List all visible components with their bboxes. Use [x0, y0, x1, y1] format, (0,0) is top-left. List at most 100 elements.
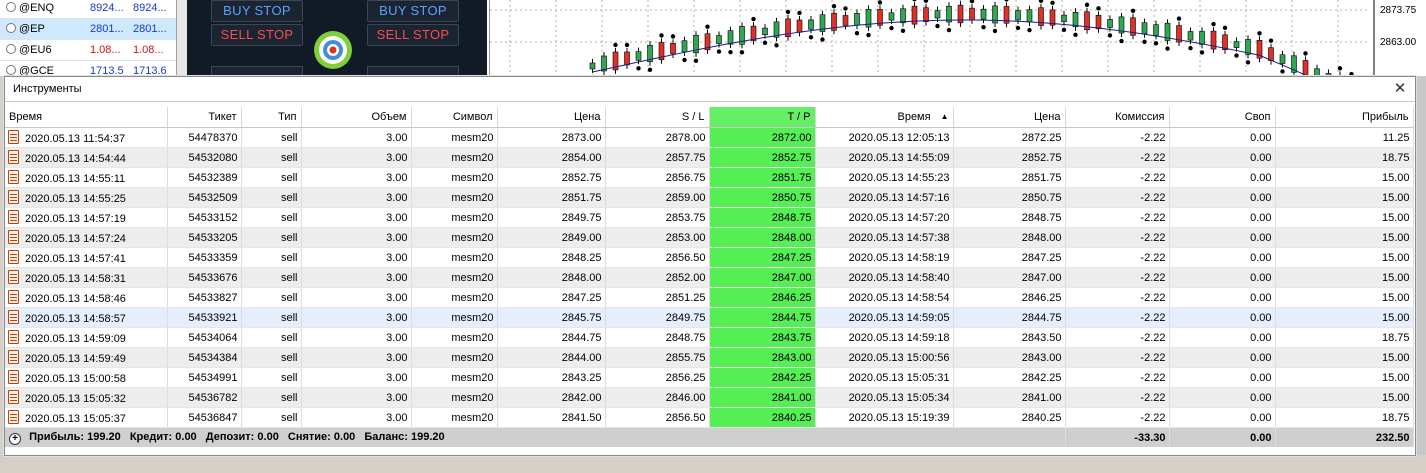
candle-body	[1095, 15, 1102, 30]
sar-dot	[682, 57, 687, 63]
table-row[interactable]: 2020.05.13 14:57:24 54533205 sell 3.00 mesm2…	[5, 227, 1414, 248]
sar-dot	[1004, 0, 1009, 2]
table-row[interactable]: 2020.05.13 14:57:41 54533359 sell 3.00 mesm2…	[5, 247, 1414, 268]
cell-close-price: 2846.25	[953, 287, 1066, 308]
price-axis-label: 2873.75	[1380, 5, 1417, 16]
column-header-close-time[interactable]: Время ▲	[815, 107, 954, 128]
sar-dot	[1130, 8, 1136, 13]
column-header-symbol[interactable]: Символ	[411, 107, 498, 128]
sar-dot	[1061, 27, 1067, 32]
table-row[interactable]: 2020.05.13 14:55:11 54532389 sell 3.00 mesm2…	[5, 167, 1414, 188]
table-row[interactable]: 2020.05.13 14:58:31 54533676 sell 3.00 mesm2…	[5, 267, 1414, 288]
target-icon[interactable]	[313, 30, 353, 70]
table-row[interactable]: 2020.05.13 14:55:25 54532509 sell 3.00 mesm2…	[5, 187, 1414, 208]
candle-body	[589, 62, 596, 70]
cell-commission: -2.22	[1065, 367, 1170, 388]
table-row[interactable]: 2020.05.13 14:58:46 54533827 sell 3.00 mesm2…	[5, 287, 1414, 308]
sar-dot	[1337, 66, 1343, 71]
column-header-commission[interactable]: Комиссия	[1065, 107, 1170, 128]
candle-body	[624, 51, 630, 66]
price-chart[interactable]: 2873.75 2863.00	[489, 0, 1426, 78]
cell-profit: 15.00	[1275, 367, 1414, 388]
panel-title-bar[interactable]: Инструменты ✕	[5, 77, 1415, 102]
watchlist-row[interactable]: @EP 2801... 2801...	[0, 19, 176, 40]
table-row[interactable]: 2020.05.13 15:05:37 54536847 sell 3.00 mesm2…	[5, 407, 1414, 428]
close-icon[interactable]: ✕	[1391, 77, 1409, 101]
cell-profit: 15.00	[1275, 227, 1414, 248]
terminal-history-panel: Инструменты ✕ Время Тикет Тип Объем Симв…	[4, 76, 1416, 456]
cell-swap: 0.00	[1169, 227, 1276, 248]
buy-stop-button-right[interactable]: BUY STOP	[367, 0, 459, 22]
expand-plus-icon[interactable]: +	[9, 432, 21, 445]
candle-body	[980, 8, 987, 20]
candle-body	[1107, 19, 1113, 28]
sar-dot	[935, 23, 940, 29]
sar-dot	[1188, 45, 1193, 51]
column-header-close-price[interactable]: Цена	[953, 107, 1066, 128]
cell-type: sell	[241, 147, 302, 168]
cell-ticket: 54532509	[167, 187, 242, 208]
cell-close-price: 2841.00	[953, 387, 1066, 408]
table-row[interactable]: 2020.05.13 15:00:58 54534991 sell 3.00 mesm2…	[5, 367, 1414, 388]
candle-body	[900, 8, 906, 24]
column-header-price[interactable]: Цена	[497, 107, 606, 128]
watchlist-row[interactable]: @ENQ 8924... 8924...	[0, 0, 176, 19]
table-row[interactable]: 2020.05.13 14:54:44 54532080 sell 3.00 mesm2…	[5, 147, 1414, 168]
candle-body	[670, 43, 676, 55]
cell-price: 2849.75	[497, 207, 606, 228]
column-header-open-time[interactable]: Время	[5, 107, 168, 128]
summary-credit: Кредит: 0.00	[129, 430, 197, 443]
cell-volume: 3.00	[301, 187, 412, 208]
cell-close-price: 2843.50	[953, 327, 1066, 348]
cell-sl: 2856.25	[605, 367, 710, 388]
table-row[interactable]: 2020.05.13 14:58:57 54533921 sell 3.00 mesm2…	[5, 307, 1414, 328]
column-header-sl[interactable]: S / L	[605, 107, 710, 128]
sell-stop-button-right[interactable]: SELL STOP	[367, 24, 459, 46]
cell-tp: 2846.25	[709, 287, 816, 308]
cell-close-time: 2020.05.13 15:00:56	[815, 347, 954, 368]
sar-dot	[1199, 50, 1205, 55]
table-row[interactable]: 2020.05.13 14:57:19 54533152 sell 3.00 mesm2…	[5, 207, 1414, 228]
cell-ticket: 54536782	[167, 387, 242, 408]
watchlist-bid: 2801...	[90, 23, 124, 35]
cell-profit: 15.00	[1275, 287, 1414, 308]
cell-symbol: mesm20	[411, 247, 498, 268]
cell-commission: -2.22	[1065, 187, 1170, 208]
cell-commission: -2.22	[1065, 227, 1170, 248]
table-row[interactable]: 2020.05.13 11:54:37 54478370 sell 3.00 mesm2…	[5, 127, 1414, 148]
candle-body	[969, 7, 975, 21]
sar-dot	[1027, 27, 1032, 33]
order-document-icon	[8, 350, 19, 364]
cell-close-time: 2020.05.13 14:58:19	[815, 247, 954, 268]
splitter[interactable]	[177, 0, 187, 78]
watchlist-symbol: @EP	[6, 19, 86, 39]
cell-close-price: 2844.75	[953, 307, 1066, 328]
column-header-volume[interactable]: Объем	[301, 107, 412, 128]
column-header-type[interactable]: Тип	[241, 107, 302, 128]
column-header-swap[interactable]: Своп	[1169, 107, 1276, 128]
cell-symbol: mesm20	[411, 127, 498, 148]
sell-stop-button-left[interactable]: SELL STOP	[211, 24, 303, 46]
sort-ascending-icon: ▲	[940, 112, 949, 121]
sar-dot	[693, 58, 699, 63]
candle-body	[1061, 14, 1067, 23]
column-header-tp[interactable]: T / P	[709, 107, 816, 128]
cell-close-price: 2851.75	[953, 167, 1066, 188]
sar-dot	[1268, 38, 1274, 43]
table-row[interactable]: 2020.05.13 14:59:49 54534384 sell 3.00 mesm2…	[5, 347, 1414, 368]
watchlist-row[interactable]: @EU6 1.08... 1.08...	[0, 40, 176, 61]
cell-ticket: 54534384	[167, 347, 242, 368]
symbol-status-icon	[6, 65, 16, 75]
table-row[interactable]: 2020.05.13 14:59:09 54534064 sell 3.00 mesm2…	[5, 327, 1414, 348]
cell-price: 2841.50	[497, 407, 606, 428]
cell-open-time: 2020.05.13 14:58:57	[5, 307, 168, 328]
column-header-profit[interactable]: Прибыль	[1275, 107, 1414, 128]
account-summary: + Прибыль: 199.20 Кредит: 0.00 Депозит: …	[5, 427, 1066, 447]
cell-ticket: 54534991	[167, 367, 242, 388]
table-row[interactable]: 2020.05.13 15:05:32 54536782 sell 3.00 mesm2…	[5, 387, 1414, 408]
cell-close-price: 2850.75	[953, 187, 1066, 208]
sar-dot	[1280, 69, 1285, 74]
column-header-ticket[interactable]: Тикет	[167, 107, 242, 128]
buy-stop-button-left[interactable]: BUY STOP	[211, 0, 303, 22]
cell-profit: 15.00	[1275, 307, 1414, 328]
